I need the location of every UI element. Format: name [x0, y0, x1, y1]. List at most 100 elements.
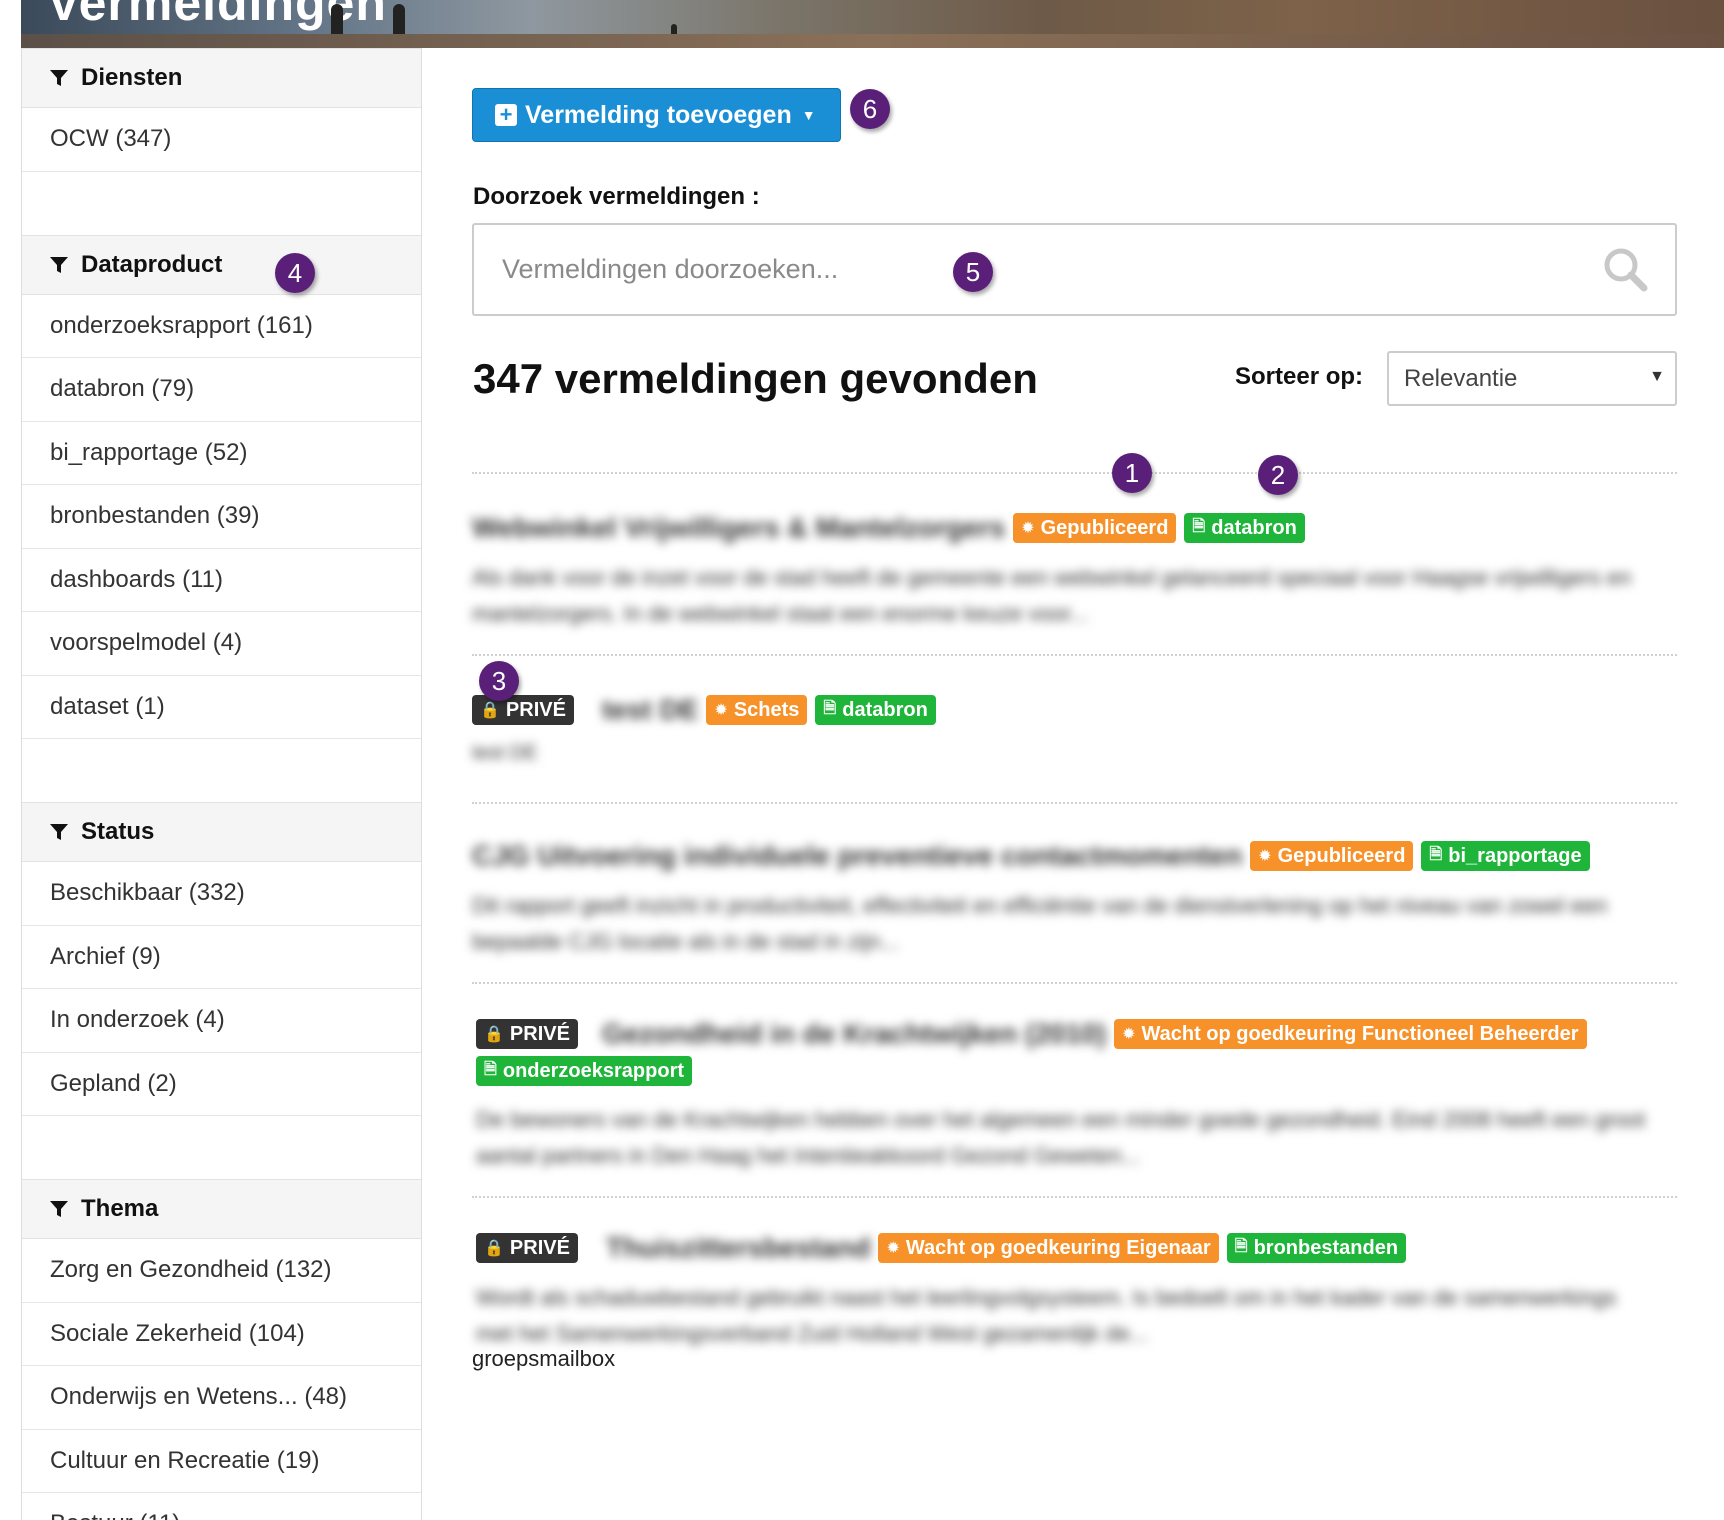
facet-spacer — [22, 172, 421, 235]
result-item: Webwinkel Vrijwilligers & Mantelzorgers … — [472, 472, 1677, 654]
facet-item[interactable]: Onderwijs en Wetens... (48) — [22, 1366, 421, 1430]
search-input[interactable] — [474, 225, 1574, 314]
gear-icon: ✹ — [886, 1240, 900, 1257]
facet-item[interactable]: onderzoeksrapport (161) — [22, 295, 421, 358]
type-badge: 🗎 databron — [1184, 513, 1305, 543]
sort-select[interactable]: Relevantie ▼ — [1387, 351, 1677, 406]
file-icon: 🗎 — [484, 1060, 497, 1078]
funnel-icon — [50, 824, 68, 840]
file-icon: 🗎 — [1234, 1237, 1248, 1255]
facet-item[interactable]: OCW (347) — [22, 108, 421, 172]
facet-item[interactable]: dataset (1) — [22, 676, 421, 739]
status-badge-label: Wacht op goedkeuring Functioneel Beheerd… — [1141, 1022, 1579, 1045]
type-badge-label: databron — [842, 698, 928, 721]
private-badge-label: PRIVÉ — [505, 698, 566, 721]
facet-item[interactable]: voorspelmodel (4) — [22, 612, 421, 676]
result-item: 🔒 PRIVÉ Thuiszittersbestand ✹ Wacht op goe… — [472, 1196, 1677, 1386]
status-badge-label: Wacht op goedkeuring Eigenaar — [905, 1236, 1211, 1259]
result-title[interactable]: Thuiszittersbestand — [606, 1232, 870, 1264]
funnel-icon — [50, 70, 68, 86]
facet-item[interactable]: databron (79) — [22, 358, 421, 422]
banner-figure — [331, 4, 343, 44]
result-title[interactable]: test DE — [602, 694, 698, 726]
results-count: 347 vermeldingen gevonden — [473, 355, 1038, 402]
private-badge: 🔒 PRIVÉ — [476, 1233, 578, 1263]
facet-header[interactable]: Diensten — [22, 48, 421, 108]
annotation-marker-6: 6 — [850, 89, 890, 129]
facet-item[interactable]: In onderzoek (4) — [22, 989, 421, 1053]
facet-header[interactable]: Status — [22, 802, 421, 862]
lock-icon: 🔒 — [480, 702, 500, 719]
facet-item[interactable]: Cultuur en Recreatie (19) — [22, 1430, 421, 1493]
add-listing-button[interactable]: + Vermelding toevoegen ▼ — [472, 88, 841, 142]
facet-item[interactable]: Archief (9) — [22, 926, 421, 989]
file-icon: 🗎 — [1192, 517, 1206, 535]
status-badge: ✹ Gepubliceerd — [1013, 513, 1177, 543]
status-badge-label: Schets — [733, 698, 800, 721]
facet-item[interactable]: bronbestanden (39) — [22, 485, 421, 549]
caret-down-icon: ▼ — [801, 107, 816, 123]
facet-header[interactable]: Thema — [22, 1179, 421, 1239]
result-description: Dit rapport geeft inzicht in productivit… — [472, 893, 1608, 954]
private-badge-label: PRIVÉ — [509, 1236, 570, 1259]
result-title[interactable]: Webwinkel Vrijwilligers & Mantelzorgers — [472, 512, 1005, 544]
funnel-icon — [50, 1201, 68, 1217]
facet-dataproduct: Dataproduct onderzoeksrapport (161) data… — [22, 234, 421, 803]
result-item: 🔒 PRIVÉ test DE ✹ Schets 🗎 databron test DE — [472, 654, 1677, 802]
facet-item[interactable]: dashboards (11) — [22, 549, 421, 612]
add-listing-label: Vermelding toevoegen — [525, 100, 792, 129]
trailing-text: groepsmailbox — [472, 1346, 616, 1371]
search-icon[interactable] — [1601, 245, 1649, 293]
search-label: Doorzoek vermeldingen : — [473, 183, 760, 210]
type-badge-label: onderzoeksrapport — [502, 1059, 685, 1082]
annotation-marker-4: 4 — [275, 253, 315, 293]
facet-title: Thema — [81, 1195, 159, 1222]
type-badge-label: bronbestanden — [1253, 1236, 1399, 1259]
facet-thema: Thema Zorg en Gezondheid (132) Sociale Z… — [22, 1179, 421, 1520]
banner-figure — [671, 24, 677, 44]
funnel-icon — [50, 256, 68, 273]
result-description: Als dank voor de inzet voor de stad heef… — [472, 565, 1632, 626]
type-badge: 🗎 databron — [815, 695, 936, 725]
facet-item[interactable]: Sociale Zekerheid (104) — [22, 1303, 421, 1366]
result-title[interactable]: Gezondheid in de Krachtwijken (2010) — [602, 1018, 1106, 1050]
result-title[interactable]: CJG Uitvoering individuele preventieve c… — [472, 840, 1242, 872]
header-banner: Vermeldingen — [21, 0, 1724, 48]
facet-item[interactable]: Zorg en Gezondheid (132) — [22, 1239, 421, 1303]
facet-item[interactable]: Beschikbaar (332) — [22, 862, 421, 926]
lock-icon: 🔒 — [484, 1026, 504, 1043]
search-box — [472, 223, 1677, 316]
annotation-marker-1: 1 — [1112, 453, 1152, 493]
status-badge: ✹ Schets — [706, 695, 808, 725]
result-item: 🔒 PRIVÉ Gezondheid in de Krachtwijken (20… — [472, 982, 1677, 1196]
type-badge: 🗎 bi_rapportage — [1421, 841, 1590, 871]
status-badge: ✹ Wacht op goedkeuring Eigenaar — [878, 1233, 1219, 1263]
type-badge: 🗎 onderzoeksrapport — [476, 1056, 693, 1086]
private-badge: 🔒 PRIVÉ — [476, 1019, 578, 1049]
facet-item[interactable]: Bestuur (11) — [22, 1493, 421, 1520]
result-item: CJG Uitvoering individuele preventieve c… — [472, 802, 1677, 982]
facet-sidebar: Diensten OCW (347) Dataproduct onderzoek… — [21, 48, 422, 1520]
facet-item[interactable]: bi_rapportage (52) — [22, 422, 421, 485]
facet-item[interactable]: Gepland (2) — [22, 1053, 421, 1116]
result-description: test DE — [472, 742, 538, 764]
facet-title: Status — [81, 818, 155, 845]
type-badge-label: bi_rapportage — [1448, 844, 1582, 867]
status-badge-label: Gepubliceerd — [1277, 844, 1406, 867]
banner-figure — [393, 4, 405, 44]
sort-value: Relevantie — [1404, 364, 1518, 392]
gear-icon: ✹ — [714, 702, 728, 719]
status-badge: ✹ Gepubliceerd — [1250, 841, 1414, 871]
lock-icon: 🔒 — [484, 1240, 504, 1257]
type-badge-label: databron — [1211, 516, 1297, 539]
gear-icon: ✹ — [1021, 520, 1035, 537]
facet-spacer — [22, 739, 421, 802]
private-badge-label: PRIVÉ — [509, 1022, 570, 1045]
annotation-marker-2: 2 — [1258, 455, 1298, 495]
facet-header[interactable]: Dataproduct — [22, 234, 421, 295]
status-badge-label: Gepubliceerd — [1040, 516, 1169, 539]
facet-diensten: Diensten OCW (347) — [22, 48, 421, 235]
gear-icon: ✹ — [1258, 848, 1272, 865]
type-badge: 🗎 bronbestanden — [1226, 1233, 1407, 1263]
annotation-marker-5: 5 — [953, 252, 993, 292]
